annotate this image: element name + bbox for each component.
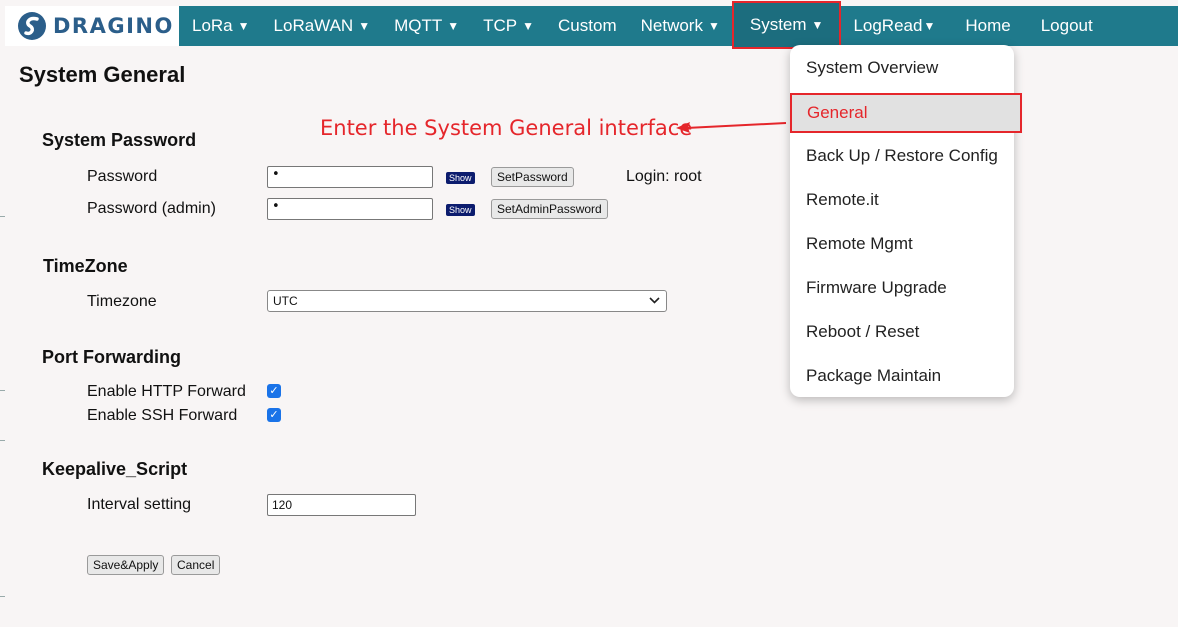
show-password-button[interactable]: Show	[446, 172, 475, 184]
login-user-text: Login: root	[626, 168, 702, 185]
gutter-line	[0, 216, 5, 217]
nav-item-system[interactable]: System ▼	[731, 1, 842, 49]
chevron-down-icon	[649, 295, 660, 307]
nav-item-tcp[interactable]: TCP ▼	[471, 6, 546, 46]
logo-text: DRAGINO	[53, 14, 174, 38]
gutter-line	[0, 596, 5, 597]
menu-item-label: General	[807, 103, 868, 122]
http-forward-checkbox[interactable]: ✓	[267, 384, 281, 398]
nav-label: Custom	[558, 16, 617, 35]
nav-label: Logout	[1040, 16, 1093, 35]
interval-input[interactable]: 120	[267, 494, 416, 516]
caret-down-icon: ▼	[522, 19, 535, 33]
section-title-timezone: TimeZone	[43, 256, 128, 276]
nav-label: LogRead	[853, 16, 923, 35]
menu-item-package-maintain[interactable]: Package Maintain	[806, 366, 941, 386]
nav-item-custom[interactable]: Custom	[546, 6, 629, 46]
menu-item-backup-restore[interactable]: Back Up / Restore Config	[806, 146, 998, 166]
cancel-button[interactable]: Cancel	[171, 555, 221, 575]
nav-label: System	[749, 15, 807, 34]
http-forward-label: Enable HTTP Forward	[87, 383, 246, 400]
nav-label: TCP	[483, 16, 518, 35]
menu-item-firmware-upgrade[interactable]: Firmware Upgrade	[806, 278, 947, 298]
timezone-label: Timezone	[87, 293, 157, 310]
nav-item-home[interactable]: Home	[947, 6, 1028, 46]
admin-password-label: Password (admin)	[87, 200, 216, 217]
timezone-select[interactable]: UTC	[267, 290, 667, 312]
nav-item-mqtt[interactable]: MQTT ▼	[382, 6, 471, 46]
page-title: System General	[19, 62, 186, 87]
nav-label: Home	[965, 16, 1011, 35]
menu-item-remote-it[interactable]: Remote.it	[806, 190, 879, 210]
nav-label: LoRa	[192, 16, 233, 35]
menu-item-reboot-reset[interactable]: Reboot / Reset	[806, 322, 919, 342]
system-dropdown-menu: System Overview General Back Up / Restor…	[790, 45, 1022, 397]
caret-down-icon: ▼	[811, 18, 824, 32]
nav-item-logread[interactable]: LogRead ▼	[841, 6, 947, 46]
password-input[interactable]: •	[267, 166, 433, 188]
top-navbar: DRAGINO LoRa ▼ LoRaWAN ▼ MQTT ▼ TCP ▼ Custom…	[5, 1, 1178, 49]
admin-password-input[interactable]: •	[267, 198, 433, 220]
timezone-selected-value: UTC	[273, 294, 298, 308]
nav-item-lorawan[interactable]: LoRaWAN ▼	[262, 6, 383, 46]
nav-label: LoRaWAN	[273, 16, 354, 35]
save-apply-button[interactable]: Save&Apply	[87, 555, 165, 575]
caret-down-icon: ▼	[447, 19, 460, 33]
menu-item-system-overview[interactable]: System Overview	[806, 58, 938, 78]
nav-item-lora[interactable]: LoRa ▼	[180, 6, 262, 46]
password-label: Password	[87, 168, 158, 185]
caret-down-icon: ▼	[237, 19, 250, 33]
set-password-button[interactable]: SetPassword	[491, 167, 574, 187]
interval-setting-label: Interval setting	[87, 496, 192, 513]
ssh-forward-checkbox[interactable]: ✓	[267, 408, 281, 422]
caret-down-icon: ▼	[358, 19, 371, 33]
annotation-text: Enter the System General interface	[320, 116, 693, 140]
ssh-forward-label: Enable SSH Forward	[87, 407, 238, 424]
gutter-line	[0, 440, 5, 441]
menu-item-remote-mgmt[interactable]: Remote Mgmt	[806, 234, 913, 254]
menu-item-general[interactable]: General	[790, 93, 1022, 133]
section-title-keepalive-script: Keepalive_Script	[42, 459, 188, 479]
annotation-arrow-icon	[676, 122, 787, 133]
section-title-port-forwarding: Port Forwarding	[42, 347, 181, 367]
dragino-logo-icon	[18, 12, 46, 40]
section-title-system-password: System Password	[42, 130, 197, 150]
nav-item-network[interactable]: Network ▼	[629, 6, 732, 46]
caret-down-icon: ▼	[707, 19, 720, 33]
nav-label: MQTT	[394, 16, 443, 35]
set-admin-password-button[interactable]: SetAdminPassword	[491, 199, 608, 219]
nav-item-logout[interactable]: Logout	[1029, 6, 1105, 46]
nav-label: Network	[640, 16, 703, 35]
left-gutter	[0, 0, 5, 627]
gutter-line	[0, 390, 5, 391]
show-admin-password-button[interactable]: Show	[446, 204, 475, 216]
dragino-logo[interactable]: DRAGINO	[5, 6, 180, 46]
caret-down-icon: ▼	[923, 19, 936, 33]
